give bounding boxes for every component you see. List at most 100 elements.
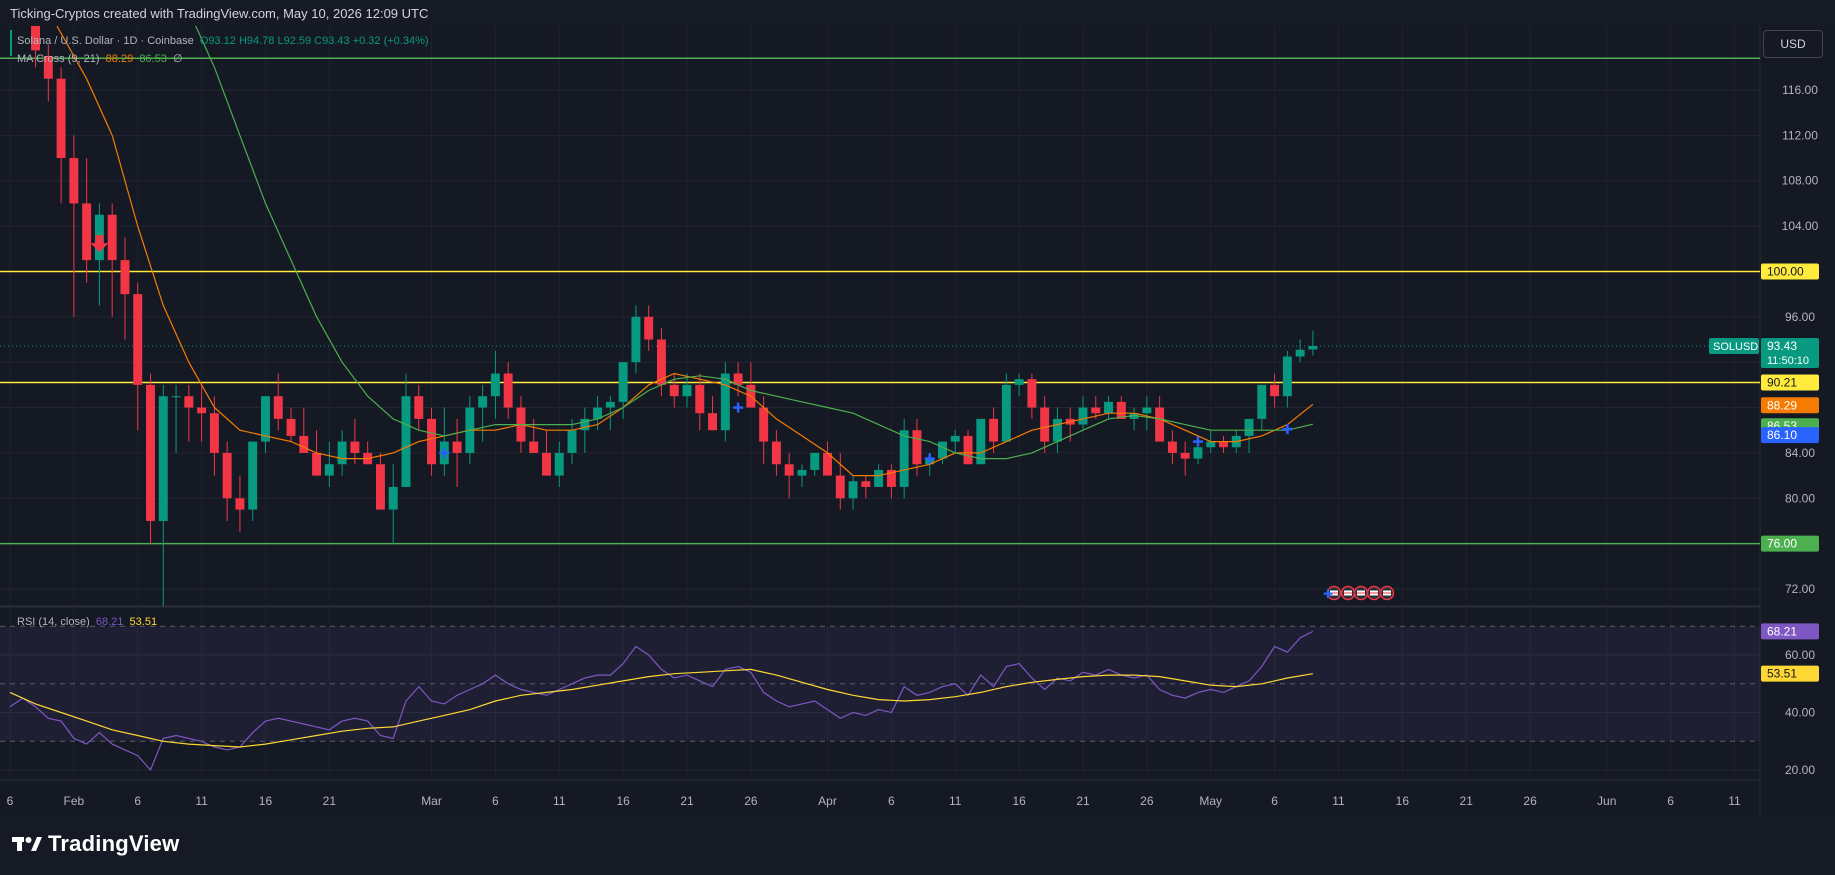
candle-body[interactable]	[69, 158, 79, 204]
candle-body[interactable]	[414, 396, 424, 419]
candle-body[interactable]	[848, 481, 858, 499]
candle-body[interactable]	[554, 452, 564, 476]
candle-body[interactable]	[912, 430, 922, 465]
candle-body[interactable]	[82, 203, 92, 261]
candle-body[interactable]	[695, 384, 705, 414]
candle-body[interactable]	[312, 452, 322, 476]
candle-body[interactable]	[1052, 418, 1062, 442]
candle-body[interactable]	[605, 401, 615, 408]
candle-body[interactable]	[1078, 407, 1088, 425]
candle-body[interactable]	[184, 396, 194, 408]
candle-body[interactable]	[1257, 384, 1267, 419]
candle-body[interactable]	[1027, 379, 1037, 408]
candle-body[interactable]	[158, 396, 168, 521]
candle-body[interactable]	[631, 316, 641, 363]
candle-body[interactable]	[963, 435, 973, 465]
candle-body[interactable]	[861, 481, 871, 487]
candle-body[interactable]	[235, 498, 245, 510]
candle-body[interactable]	[350, 441, 360, 453]
candle-body[interactable]	[1167, 441, 1177, 453]
price-label[interactable]: 76.00	[1761, 535, 1819, 552]
candle-body[interactable]	[324, 464, 334, 476]
time-tick-label: 21	[1460, 794, 1474, 808]
candle-body[interactable]	[1155, 407, 1165, 442]
symbol-legend[interactable]: Solana / U.S. Dollar · 1D · Coinbase O93…	[17, 35, 429, 47]
candle-body[interactable]	[375, 464, 385, 510]
candle-body[interactable]	[248, 441, 258, 510]
price-label[interactable]: 86.10	[1761, 427, 1819, 444]
candle-body[interactable]	[146, 384, 155, 521]
candle-body[interactable]	[209, 413, 219, 453]
candle-body[interactable]	[478, 396, 488, 408]
candle-body[interactable]	[107, 214, 117, 261]
ma-cross-legend[interactable]: MA Cross (9, 21) 88.29 86.53 ∅	[17, 52, 183, 65]
candle-body[interactable]	[797, 469, 807, 476]
candle-body[interactable]	[950, 435, 960, 442]
candle-body[interactable]	[1244, 418, 1254, 436]
ma-extra-value: ∅	[172, 53, 183, 65]
candle-body[interactable]	[835, 475, 845, 499]
candle-body[interactable]	[1219, 441, 1228, 448]
candle-body[interactable]	[337, 441, 347, 465]
candle-body[interactable]	[427, 418, 437, 465]
candle-body[interactable]	[286, 418, 296, 436]
candle-body[interactable]	[874, 469, 884, 487]
candle-body[interactable]	[1193, 447, 1203, 459]
candle-body[interactable]	[490, 373, 500, 397]
candle-body[interactable]	[401, 396, 411, 487]
candle-body[interactable]	[1001, 384, 1011, 442]
candle-body[interactable]	[771, 441, 781, 465]
candle-body[interactable]	[784, 464, 794, 476]
event-flags[interactable]: ✚	[1323, 585, 1395, 602]
tradingview-logo[interactable]: TradingView	[12, 831, 179, 857]
candle-body[interactable]	[1142, 407, 1152, 414]
symbol-price-tag[interactable]: SOLUSD	[1709, 337, 1759, 354]
rsi-price-label[interactable]: 53.51	[1761, 665, 1819, 682]
candle-body[interactable]	[299, 435, 309, 453]
candle-body[interactable]	[529, 441, 539, 453]
candle-body[interactable]	[644, 316, 654, 340]
candle-body[interactable]	[197, 407, 207, 414]
candle-body[interactable]	[56, 78, 66, 159]
candle-body[interactable]	[1180, 452, 1190, 459]
candle-body[interactable]	[542, 452, 551, 476]
candle-body[interactable]	[682, 384, 692, 397]
candle-body[interactable]	[1282, 356, 1292, 397]
candle-body[interactable]	[1104, 401, 1114, 414]
candle-body[interactable]	[759, 407, 769, 442]
candle-body[interactable]	[388, 486, 398, 510]
candle-body[interactable]	[120, 260, 130, 295]
candle-body[interactable]	[567, 430, 577, 453]
price-chart[interactable]: 72.0076.0080.0084.0088.0092.0096.00100.0…	[0, 0, 1835, 875]
candle-body[interactable]	[273, 396, 283, 419]
candle-body[interactable]	[1091, 407, 1101, 414]
candle-body[interactable]	[1040, 407, 1050, 442]
rsi-price-label[interactable]: 68.21	[1761, 623, 1819, 640]
candle-body[interactable]	[171, 396, 181, 398]
candle-body[interactable]	[899, 430, 909, 487]
candle-body[interactable]	[720, 373, 730, 431]
currency-button[interactable]: USD	[1763, 30, 1823, 58]
candle-body[interactable]	[1270, 384, 1280, 397]
candle-body[interactable]	[452, 441, 462, 453]
candle-body[interactable]	[669, 384, 679, 397]
candle-body[interactable]	[810, 452, 820, 470]
price-label[interactable]: 90.21	[1761, 374, 1819, 391]
candle-body[interactable]	[989, 418, 999, 442]
time-tick-label: Mar	[421, 794, 442, 808]
rsi-legend[interactable]: RSI (14, close) 68.21 53.51	[17, 616, 157, 628]
time-tick-label: Jun	[1597, 794, 1616, 808]
candle-body[interactable]	[503, 373, 513, 408]
candle-body[interactable]	[938, 441, 947, 459]
candle-body[interactable]	[708, 413, 718, 431]
candle-body[interactable]	[618, 362, 628, 402]
candle-body[interactable]	[1308, 345, 1318, 350]
candle-body[interactable]	[1014, 379, 1024, 385]
candle-body[interactable]	[222, 452, 232, 499]
price-label[interactable]: 88.29	[1761, 397, 1819, 414]
candle-body[interactable]	[1206, 441, 1216, 448]
candle-body[interactable]	[133, 294, 143, 385]
candle-body[interactable]	[1295, 349, 1305, 357]
price-label[interactable]: 100.00	[1761, 263, 1819, 280]
price-label[interactable]: 93.43 11:50:10	[1761, 337, 1819, 368]
